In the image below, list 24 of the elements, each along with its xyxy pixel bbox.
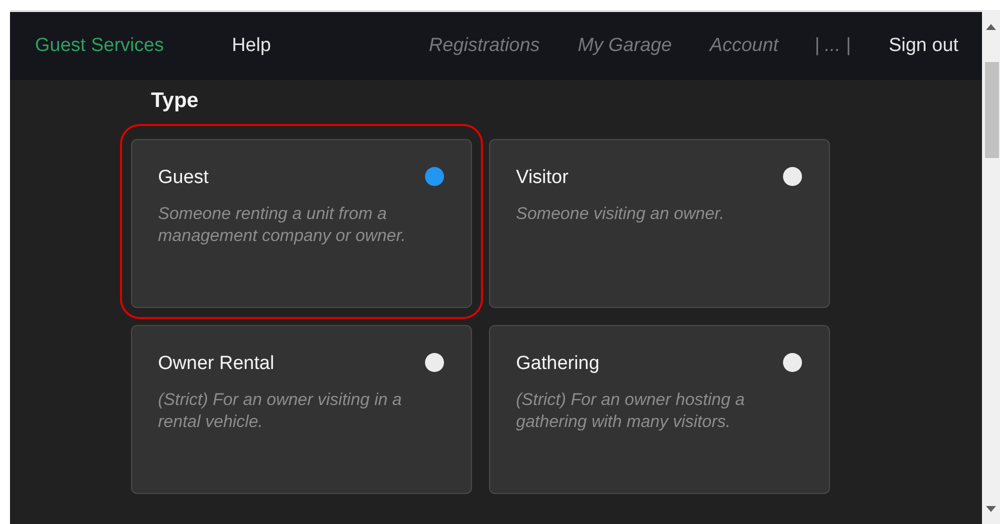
option-title: Gathering: [516, 352, 600, 376]
radio-button[interactable]: [425, 353, 444, 372]
option-description: (Strict) For an owner hosting a gathering with many visitors.: [516, 388, 746, 433]
section-title: Type: [151, 88, 200, 114]
scroll-down-icon[interactable]: [986, 506, 996, 512]
option-description: (Strict) For an owner visiting in a rental vehicle.: [158, 388, 403, 433]
option-title: Guest: [158, 166, 209, 190]
option-title: Visitor: [516, 166, 568, 190]
scrollbar[interactable]: [982, 10, 1000, 524]
option-title: Owner Rental: [158, 352, 274, 376]
radio-button[interactable]: [783, 353, 802, 372]
option-description: Someone visiting an owner.: [516, 202, 726, 225]
scrollbar-thumb[interactable]: [985, 62, 999, 158]
radio-button[interactable]: [425, 167, 444, 186]
option-card[interactable]: Gathering (Strict) For an owner hosting a gathering with many visitors.: [489, 325, 830, 494]
option-card[interactable]: Owner Rental (Strict) For an owner visiting in a rental vehicle.: [131, 325, 472, 494]
scroll-up-icon[interactable]: [986, 24, 996, 30]
option-card[interactable]: Guest Someone renting a unit from a management company or owner.: [131, 139, 472, 308]
radio-button[interactable]: [783, 167, 802, 186]
nav-link[interactable]: Help: [232, 32, 271, 60]
option-card[interactable]: Visitor Someone visiting an owner.: [489, 139, 830, 308]
option-description: Someone renting a unit from a management company or owner.: [158, 202, 407, 247]
brand-link[interactable]: Guest Services: [35, 32, 164, 60]
nav-link[interactable]: Sign out: [888, 32, 958, 60]
